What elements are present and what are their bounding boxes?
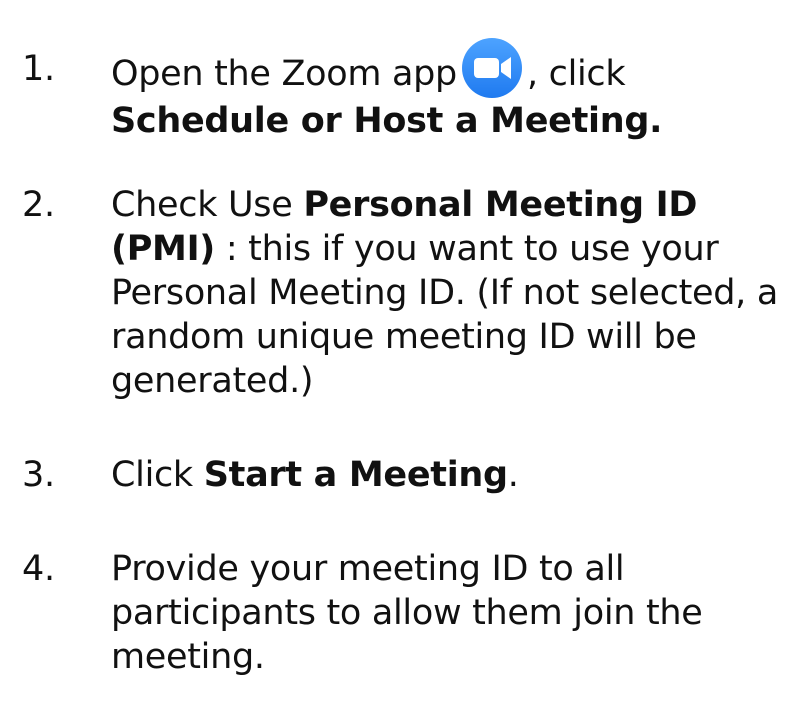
step-1-bold: Schedule or Host a Meeting. xyxy=(111,101,663,141)
step-number: 1. xyxy=(22,49,55,89)
step-1: 1. Open the Zoom app , click Schedule or H… xyxy=(22,38,807,143)
step-text: Click Start a Meeting. xyxy=(111,453,801,497)
step-2: 2. Check Use Personal Meeting ID (PMI) :… xyxy=(22,183,807,403)
step-1-text-b: , click xyxy=(526,54,626,94)
step-text: Provide your meeting ID to all participa… xyxy=(111,547,801,679)
step-4: 4. Provide your meeting ID to all partic… xyxy=(22,547,807,679)
step-3-bold: Start a Meeting xyxy=(203,455,508,495)
step-number: 4. xyxy=(22,549,55,589)
step-3-text-a: Click xyxy=(111,455,193,495)
step-3-text-b: . xyxy=(507,455,519,495)
step-4-text-a: Provide your meeting ID to all participa… xyxy=(111,549,703,677)
step-text: Check Use Personal Meeting ID (PMI) : th… xyxy=(111,183,801,403)
step-text: Open the Zoom app , click Schedule or Host… xyxy=(111,38,801,143)
instruction-slide: 1. Open the Zoom app , click Schedule or H… xyxy=(0,0,807,701)
step-2-text-a: Check Use xyxy=(111,185,293,225)
step-1-text-a: Open the Zoom app xyxy=(111,54,457,94)
step-number: 2. xyxy=(22,185,55,225)
step-3: 3. Click Start a Meeting. xyxy=(22,453,807,497)
zoom-app-icon xyxy=(461,37,523,99)
step-number: 3. xyxy=(22,455,55,495)
